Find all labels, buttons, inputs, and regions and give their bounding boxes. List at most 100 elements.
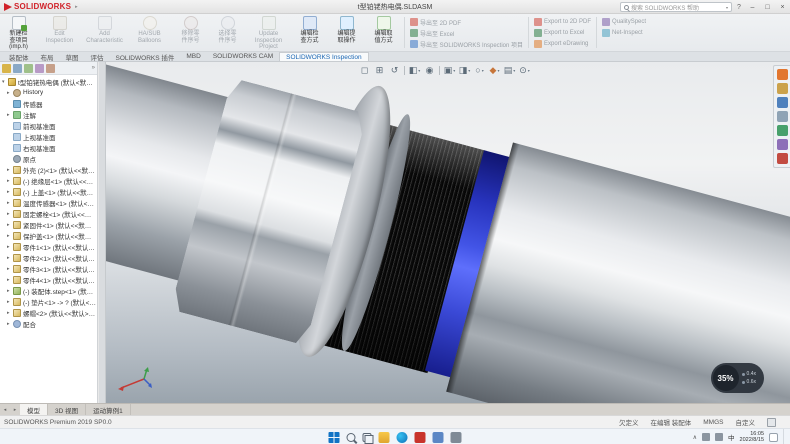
tray-overflow-chevron-icon[interactable]: ∧ xyxy=(693,434,697,441)
dynamic-annotation-icon[interactable] xyxy=(423,64,436,77)
graphics-viewport[interactable]: 35% 0.4x 0.6x xyxy=(106,62,790,403)
edit-value-method-button[interactable]: 编辑取 值方式 xyxy=(365,14,402,51)
tab-inspection[interactable]: SOLIDWORKS Inspection xyxy=(279,52,369,61)
apply-scene-icon[interactable] xyxy=(503,64,516,77)
propertymanager-icon[interactable] xyxy=(13,64,22,73)
edit-inspection-method-button[interactable]: 编辑检 查方式 xyxy=(291,14,328,51)
balloons-button[interactable]: HA/SUB Balloons xyxy=(127,14,172,51)
tree-item-component[interactable]: 紧固件<1> (默认<<默认>_显示状态 xyxy=(0,219,97,230)
zoom-fit-icon[interactable] xyxy=(358,64,371,77)
display-style-icon[interactable] xyxy=(458,64,471,77)
close-button[interactable]: × xyxy=(775,0,790,14)
tab-motion-study[interactable]: 运动算例1 xyxy=(86,404,131,415)
tab-scroll-left-icon[interactable]: ◂ xyxy=(0,404,10,415)
appearances-scenes-icon[interactable] xyxy=(777,125,788,136)
tree-root[interactable]: t型铂铑热电偶 (默认<默认_显示状态-1 xyxy=(0,76,97,87)
net-inspect-button[interactable]: Net-Inspect xyxy=(599,28,649,38)
tree-item-annotations[interactable]: 注解 xyxy=(0,109,97,120)
solidworks-menu[interactable]: SOLIDWORKS ▸ xyxy=(0,2,82,11)
tree-item-component[interactable]: 保护盖<1> (默认<<默认>_显示状态 xyxy=(0,230,97,241)
task-view-icon[interactable] xyxy=(363,433,372,442)
minimize-button[interactable]: – xyxy=(745,0,760,14)
tab-mbd[interactable]: MBD xyxy=(180,52,206,61)
tree-item-component[interactable]: 螺帽<2> (默认<<默认>_显示状态 xyxy=(0,307,97,318)
pinned-app-icon[interactable] xyxy=(433,432,444,443)
update-inspection-project-button[interactable]: Update Inspection Project xyxy=(246,14,291,51)
edit-appearance-icon[interactable] xyxy=(488,64,501,77)
help-button[interactable]: ? xyxy=(734,0,744,14)
taskpane-toggle-icon[interactable] xyxy=(767,418,776,427)
taskbar-search-icon[interactable] xyxy=(347,433,356,442)
export-edrawing-button[interactable]: Export eDrawing xyxy=(531,39,594,49)
start-button-icon[interactable] xyxy=(329,432,340,443)
status-units[interactable]: MMGS xyxy=(703,419,723,426)
export-to-excel-button[interactable]: Export to Excel xyxy=(531,28,594,38)
qualityspect-button[interactable]: QualitySpect xyxy=(599,17,649,27)
tree-item-component[interactable]: 零件3<1> (默认<<默认>_显示状态 xyxy=(0,263,97,274)
tree-item-sensors[interactable]: 传感器 xyxy=(0,98,97,109)
view-settings-icon[interactable] xyxy=(518,64,531,77)
solidworks-resources-icon[interactable] xyxy=(777,69,788,80)
panel-overflow-icon[interactable]: » xyxy=(92,65,95,71)
tab-model[interactable]: 模型 xyxy=(20,404,48,415)
tab-cam[interactable]: SOLIDWORKS CAM xyxy=(207,52,279,61)
tab-evaluate[interactable]: 评估 xyxy=(85,52,110,61)
tree-item-component[interactable]: 温度传感器<1> (默认<<默认>_显 xyxy=(0,197,97,208)
search-input[interactable]: 搜索 SOLIDWORKS 帮助 ▾ xyxy=(620,2,732,12)
tree-item-component[interactable]: 固定螺栓<1> (默认<<默认>_显示状 xyxy=(0,208,97,219)
tree-item-component[interactable]: 零件1<1> (默认<<默认>_显示状态 xyxy=(0,241,97,252)
custom-properties-icon[interactable] xyxy=(777,139,788,150)
new-inspection-project-button[interactable]: 新建检 查项目 (imp.h) xyxy=(0,14,37,51)
tree-item-component[interactable]: 零件4<1> (默认<<默认>_显 xyxy=(0,274,97,285)
tree-item-component[interactable]: 零件2<1> (默认<<默认>_显示状态 xyxy=(0,252,97,263)
solidworks-taskbar-icon[interactable] xyxy=(415,432,426,443)
tree-item-component[interactable]: 外壳 (2)<1> (默认<<默认>_显示状态 xyxy=(0,164,97,175)
export-inspection-project-button[interactable]: 导出至 SOLIDWORKS Inspection 项目 xyxy=(407,39,526,49)
pinned-app-icon[interactable] xyxy=(451,432,462,443)
tab-sketch[interactable]: 草图 xyxy=(60,52,85,61)
hide-show-items-icon[interactable] xyxy=(473,64,486,77)
edit-extraction-button[interactable]: 编辑提 取操作 xyxy=(328,14,365,51)
tree-item-component[interactable]: (-) 垫片<1> -> ? (默认<<默认>_ xyxy=(0,296,97,307)
search-caret-icon[interactable]: ▾ xyxy=(726,5,728,10)
featuremanager-tree-icon[interactable] xyxy=(2,64,11,73)
edit-inspection-button[interactable]: Edit Inspection xyxy=(37,14,82,51)
tab-assembly[interactable]: 装配体 xyxy=(3,52,35,61)
clock[interactable]: 16:05 2022/8/15 xyxy=(740,431,764,443)
tab-layout[interactable]: 布局 xyxy=(35,52,60,61)
volume-icon[interactable] xyxy=(715,433,723,441)
export-excel-button[interactable]: 导出至 Excel xyxy=(407,28,526,38)
section-view-icon[interactable] xyxy=(408,64,421,77)
view-palette-icon[interactable] xyxy=(777,111,788,122)
maximize-button[interactable]: □ xyxy=(760,0,775,14)
tree-item-origin[interactable]: 原点 xyxy=(0,153,97,164)
file-explorer-taskbar-icon[interactable] xyxy=(379,432,390,443)
tree-item-right-plane[interactable]: 右视基准面 xyxy=(0,142,97,153)
tree-item-component[interactable]: (-) 上盖<1> (默认<<默认>_显示状 xyxy=(0,186,97,197)
edge-browser-icon[interactable] xyxy=(397,432,408,443)
configurationmanager-icon[interactable] xyxy=(24,64,33,73)
network-icon[interactable] xyxy=(702,433,710,441)
tab-3d-views[interactable]: 3D 视图 xyxy=(48,404,86,415)
displaymanager-icon[interactable] xyxy=(46,64,55,73)
design-library-icon[interactable] xyxy=(777,83,788,94)
tree-item-top-plane[interactable]: 上视基准面 xyxy=(0,131,97,142)
menu-expand-arrow-icon[interactable]: ▸ xyxy=(75,4,78,10)
dimxpertmanager-icon[interactable] xyxy=(35,64,44,73)
notification-center-icon[interactable] xyxy=(769,433,778,442)
inspection-pane-icon[interactable] xyxy=(777,153,788,164)
tree-item-mates[interactable]: 配合 xyxy=(0,318,97,329)
previous-view-icon[interactable] xyxy=(388,64,401,77)
tree-item-history[interactable]: History xyxy=(0,87,97,98)
tab-addins[interactable]: SOLIDWORKS 插件 xyxy=(110,52,181,61)
status-custom[interactable]: 自定义 xyxy=(736,417,756,427)
view-orientation-icon[interactable] xyxy=(443,64,456,77)
remove-balloons-button[interactable]: 移除零 件序号 xyxy=(172,14,209,51)
show-desktop-button[interactable] xyxy=(783,429,786,444)
add-characteristic-button[interactable]: Add Characteristic xyxy=(82,14,127,51)
file-explorer-icon[interactable] xyxy=(777,97,788,108)
tree-item-subassembly[interactable]: (-) 装配体.step<1> (默认<<默认 xyxy=(0,285,97,296)
tab-scroll-right-icon[interactable]: ▸ xyxy=(10,404,20,415)
tree-item-component[interactable]: (-) 绝缘层<1> (默认<<默认>_显示 xyxy=(0,175,97,186)
export-to-2d-pdf-button[interactable]: Export to 2D PDF xyxy=(531,17,594,27)
